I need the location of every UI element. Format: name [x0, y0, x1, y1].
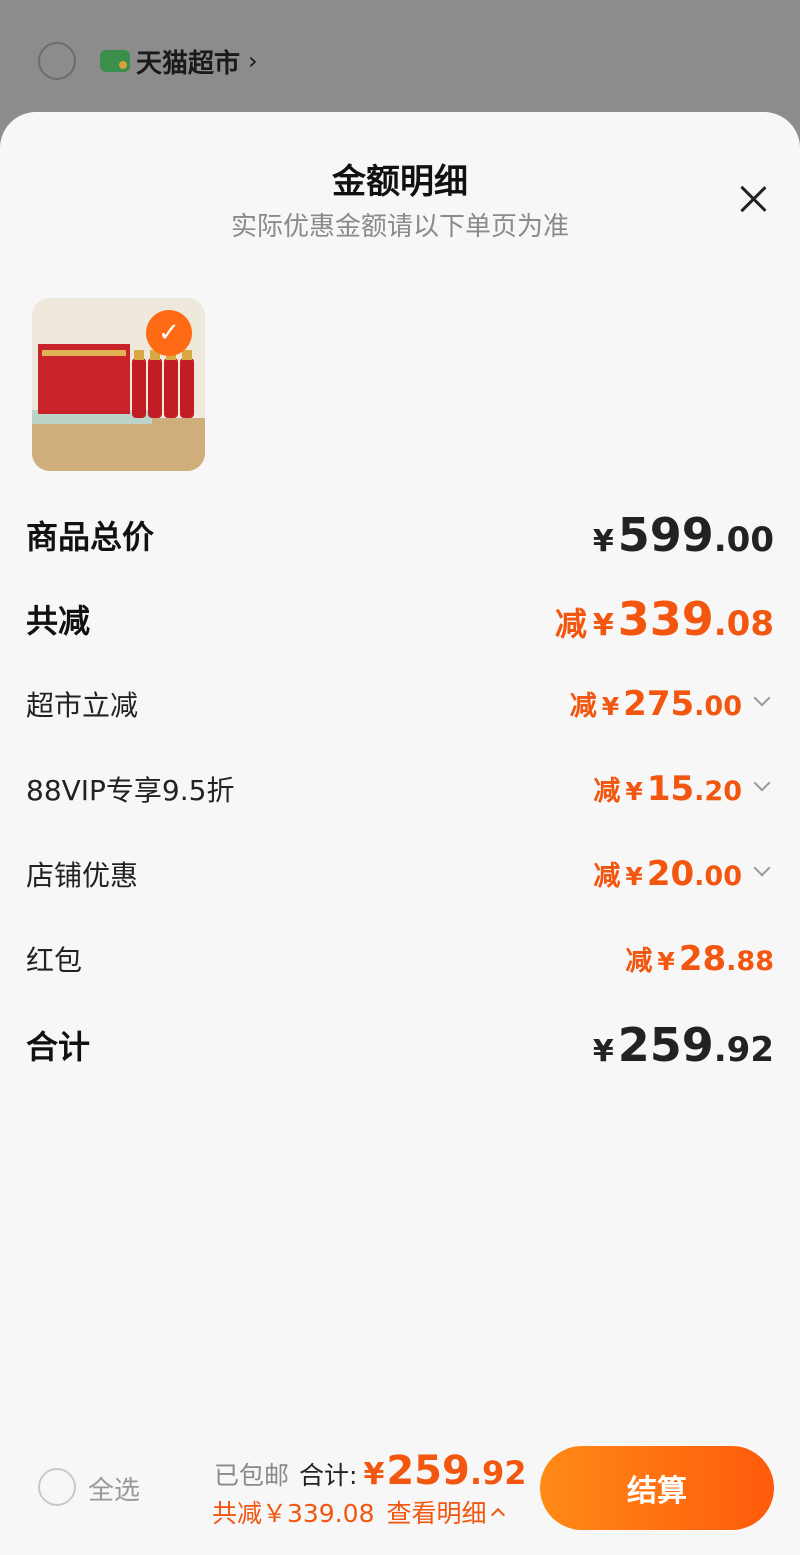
row-supermarket-discount[interactable]: 超市立减 减 ¥ 275 .00: [26, 684, 774, 724]
amount-decimal: .00: [694, 861, 742, 892]
amount-integer: 599: [617, 508, 714, 562]
select-all-label[interactable]: 全选: [88, 1470, 140, 1507]
currency-symbol: ¥: [625, 777, 643, 806]
amount-decimal: .92: [713, 1030, 774, 1070]
row-vip-discount[interactable]: 88VIP专享9.5折 减 ¥ 15 .20: [26, 769, 774, 809]
checkout-total-line: 已包邮 合计: ¥ 259 .92: [214, 1448, 527, 1494]
discount-amount: 减 ¥ 275 .00: [570, 684, 742, 724]
chevron-right-icon: ›: [248, 47, 258, 75]
close-icon[interactable]: [734, 180, 772, 218]
amount-integer: 339: [617, 592, 714, 646]
checkout-button[interactable]: 结算: [540, 1446, 774, 1530]
sheet-subtitle: 实际优惠金额请以下单页为准: [230, 212, 569, 242]
row-subtotal: 商品总价 ¥ 599 .00: [26, 508, 774, 562]
discount-prefix: 减: [625, 946, 653, 977]
discount-prefix: 减: [569, 691, 597, 722]
savings-line[interactable]: 共减￥339.08 查看明细: [212, 1494, 505, 1530]
row-label: 红包: [26, 944, 83, 977]
tmall-supermarket-logo-icon: [100, 50, 130, 72]
amount-decimal: .00: [694, 691, 742, 722]
row-total-discount: 共减 减 ¥ 339 .08: [26, 592, 774, 646]
subtotal-amount: ¥ 599 .00: [593, 508, 774, 562]
amount-integer: 15: [646, 769, 695, 809]
row-label: 88VIP专享9.5折: [26, 774, 235, 807]
row-label: 商品总价: [26, 518, 155, 556]
checkout-total-label: 合计:: [299, 1461, 358, 1490]
checkout-bar: 全选 已包邮 合计: ¥ 259 .92 共减￥339.08 查看明细 结算: [0, 1420, 800, 1555]
discount-amount: 减 ¥ 15 .20: [593, 769, 742, 809]
shop-discount-value[interactable]: 减 ¥ 20 .00: [593, 854, 774, 894]
discount-prefix: 减: [593, 776, 621, 807]
store-name: 天猫超市: [136, 48, 241, 79]
row-label: 超市立减: [26, 689, 139, 722]
currency-symbol: ¥: [592, 1034, 614, 1069]
select-all-radio[interactable]: [38, 1468, 76, 1506]
discount-prefix: 减: [554, 605, 587, 643]
sheet-title: 金额明细: [332, 162, 468, 202]
selected-check-icon[interactable]: ✓: [146, 310, 192, 356]
chevron-down-icon[interactable]: [753, 774, 771, 792]
currency-symbol: ¥: [363, 1457, 385, 1492]
view-details-link[interactable]: 查看明细: [386, 1494, 486, 1530]
discount-prefix: 减: [593, 861, 621, 892]
amount-decimal: .92: [469, 1454, 527, 1492]
row-label: 店铺优惠: [26, 859, 139, 892]
amount-decimal: .20: [694, 776, 742, 807]
amount-decimal: .08: [713, 604, 774, 644]
amount-decimal: .88: [726, 946, 774, 977]
currency-symbol: ¥: [592, 608, 614, 643]
amount-integer: 20: [646, 854, 695, 894]
amount-integer: 259: [617, 1018, 714, 1072]
currency-symbol: ¥: [625, 862, 643, 891]
total-amount: ¥ 259 .92: [593, 1018, 774, 1072]
amount-integer: 28: [678, 939, 727, 979]
row-red-packet: 红包 减 ¥ 28 .88: [26, 939, 774, 979]
checkout-total-amount: ¥ 259 .92: [363, 1448, 526, 1494]
store-select-radio[interactable]: [38, 42, 76, 80]
row-label: 合计: [26, 1028, 91, 1066]
savings-text: 共减￥339.08: [212, 1499, 375, 1528]
total-discount-amount: 减 ¥ 339 .08: [555, 592, 774, 646]
currency-symbol: ¥: [657, 947, 675, 976]
background-page-header: 天猫超市 ›: [0, 0, 800, 130]
row-label: 共减: [26, 602, 91, 640]
currency-symbol: ¥: [592, 524, 614, 559]
chevron-up-icon[interactable]: [490, 1507, 505, 1523]
chevron-down-icon[interactable]: [753, 689, 771, 707]
chevron-down-icon[interactable]: [753, 859, 771, 877]
discount-amount: 减 ¥ 20 .00: [593, 854, 742, 894]
row-total: 合计 ¥ 259 .92: [26, 1018, 774, 1072]
currency-symbol: ¥: [601, 692, 620, 721]
red-packet-amount: 减 ¥ 28 .88: [625, 939, 774, 979]
vip-discount-value[interactable]: 减 ¥ 15 .20: [593, 769, 774, 809]
amount-integer: 259: [386, 1448, 470, 1494]
supermarket-discount-value[interactable]: 减 ¥ 275 .00: [570, 684, 774, 724]
amount-integer: 275: [623, 684, 695, 724]
store-link[interactable]: 天猫超市 ›: [100, 44, 258, 79]
amount-detail-sheet: 金额明细 实际优惠金额请以下单页为准 ✓: [0, 112, 800, 1555]
free-shipping-label: 已包邮: [214, 1461, 290, 1490]
amount-decimal: .00: [713, 520, 774, 560]
row-shop-discount[interactable]: 店铺优惠 减 ¥ 20 .00: [26, 854, 774, 894]
